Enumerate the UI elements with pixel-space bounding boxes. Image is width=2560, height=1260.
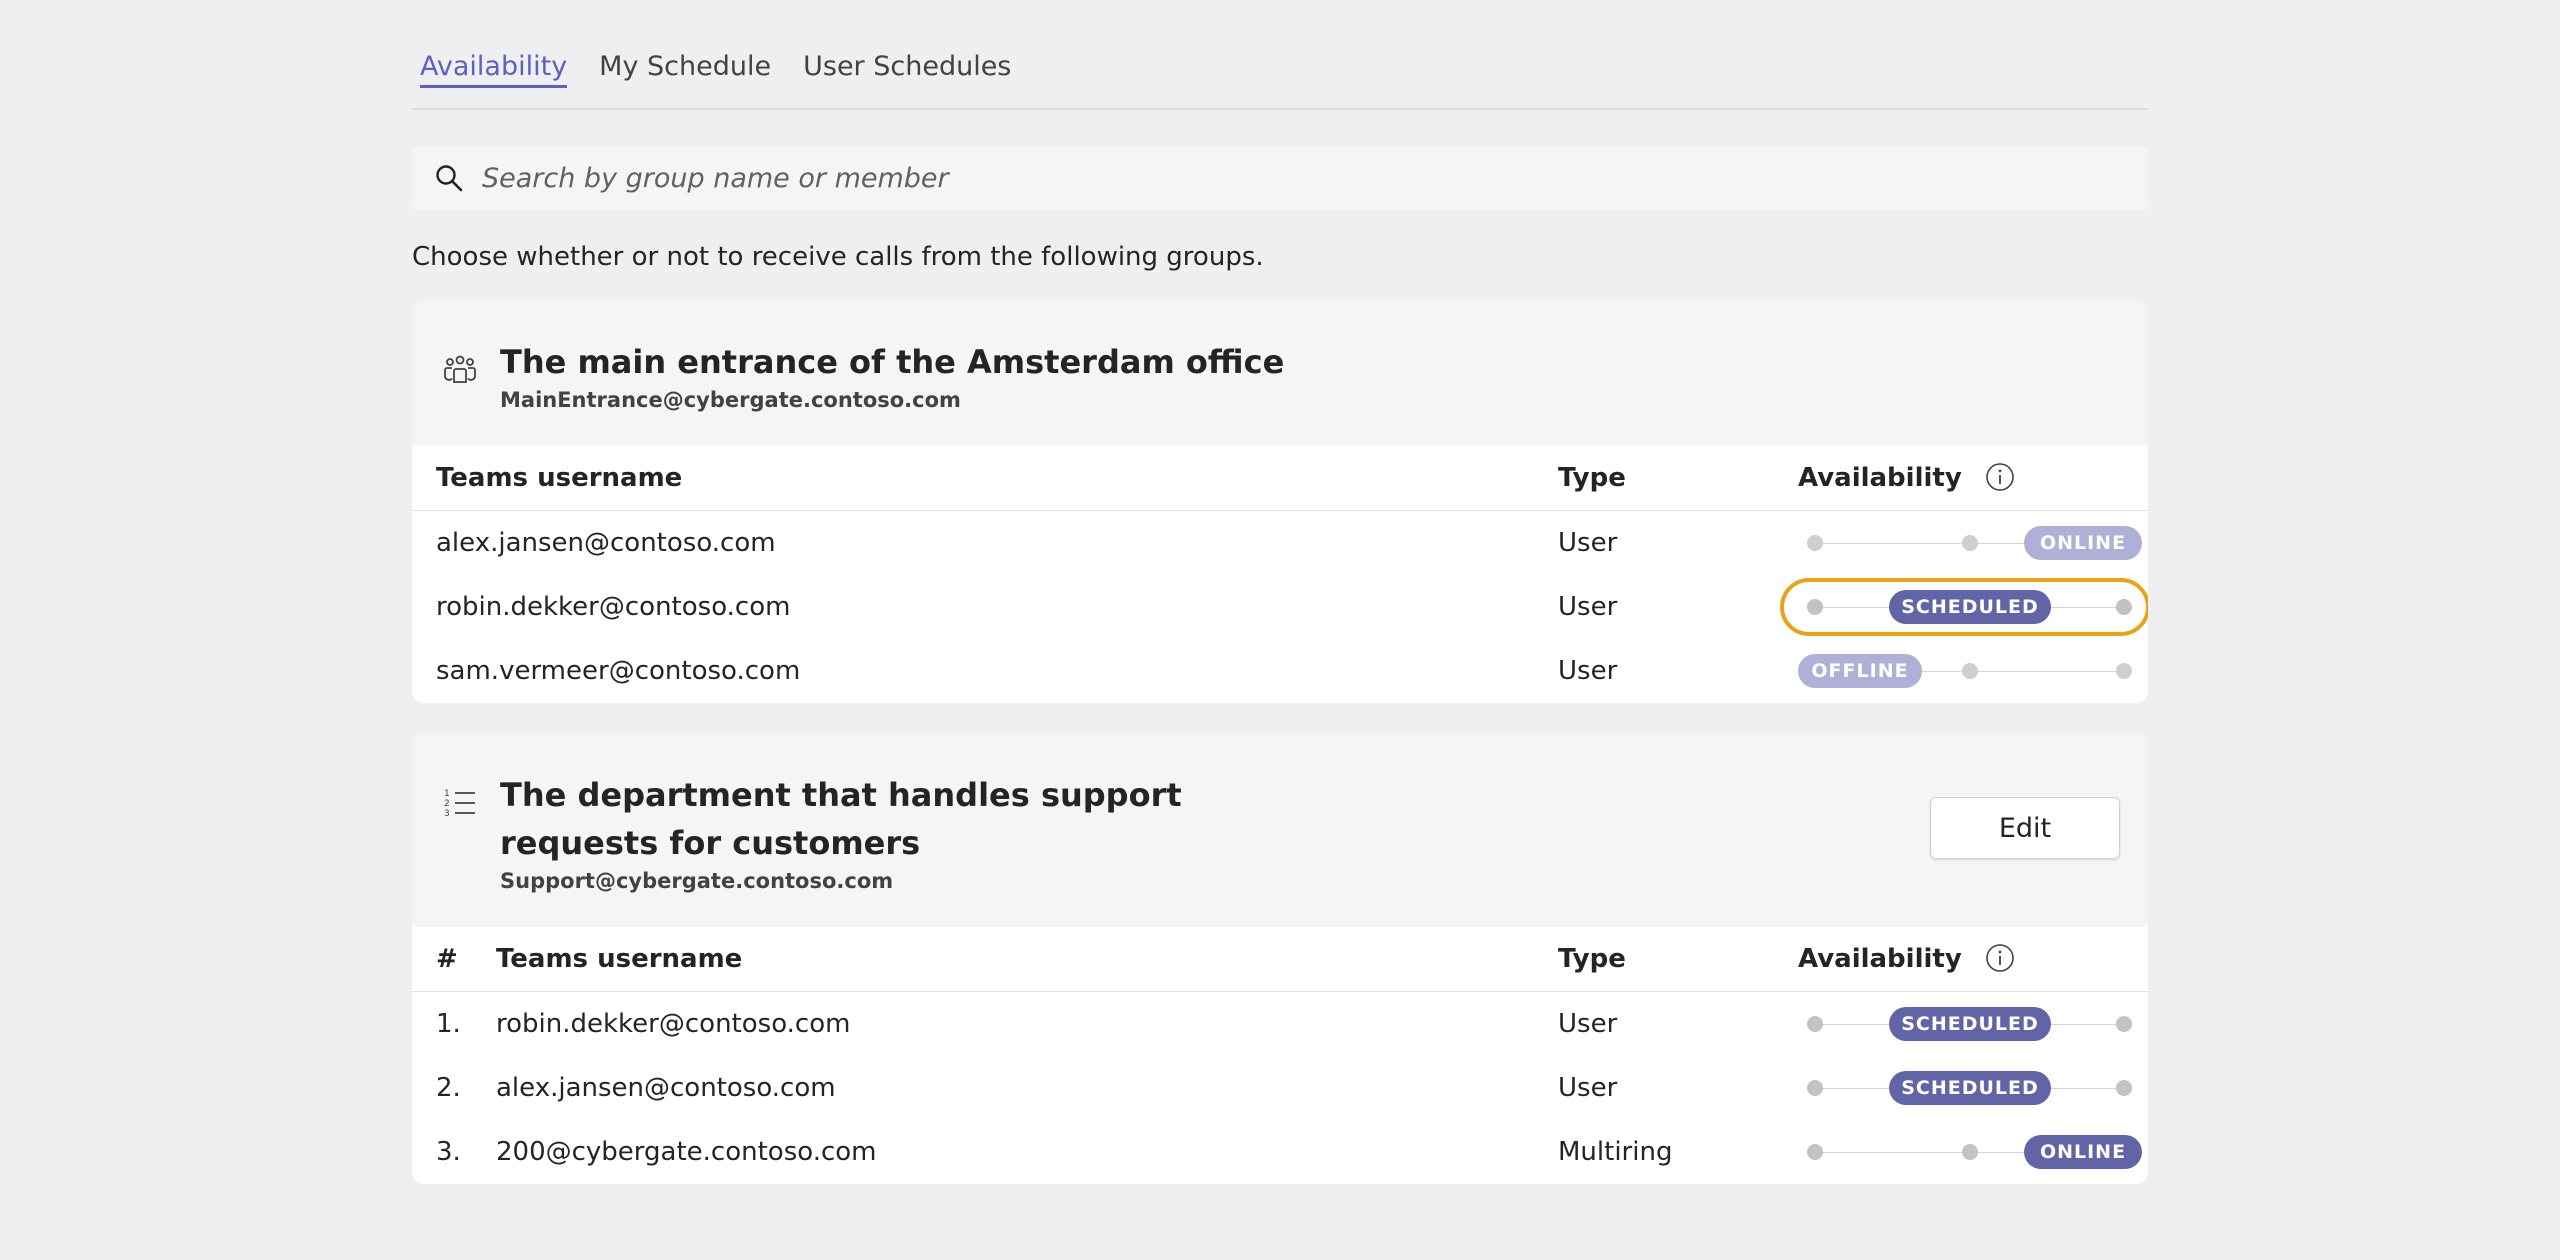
slider-stop-offline[interactable] <box>1807 535 1823 551</box>
type-cell: Multiring <box>1558 1137 1673 1167</box>
numbered-list-icon: 1 2 3 <box>440 783 480 823</box>
slider-stop-scheduled[interactable] <box>1962 663 1978 679</box>
slider-stop-scheduled[interactable] <box>1962 535 1978 551</box>
type-cell: User <box>1558 592 1618 622</box>
slider-stop-online[interactable] <box>2116 663 2132 679</box>
page: Availability My Schedule User Schedules … <box>0 0 2560 1260</box>
table-row: sam.vermeer@contoso.com User OFFLINE <box>412 639 2148 703</box>
members-table: Teams username Type Availability alex.ja… <box>412 446 2148 703</box>
group-header: The main entrance of the Amsterdam offic… <box>412 300 2148 446</box>
availability-pill[interactable]: ONLINE <box>2024 526 2142 560</box>
slider-stop-offline[interactable] <box>1807 1144 1823 1160</box>
availability-cell: OFFLINE <box>1798 639 2148 703</box>
username-cell: alex.jansen@contoso.com <box>436 528 776 558</box>
type-cell: User <box>1558 1009 1618 1039</box>
column-header-availability-label: Availability <box>1798 944 1962 974</box>
column-header-username: Teams username <box>496 927 1558 992</box>
svg-text:3: 3 <box>444 809 450 819</box>
column-header-username: Teams username <box>412 446 1558 511</box>
group-email: MainEntrance@cybergate.contoso.com <box>500 388 961 412</box>
availability-slider[interactable]: ONLINE <box>1798 1133 2142 1171</box>
column-header-type: Type <box>1558 446 1798 511</box>
table-row: 2. alex.jansen@contoso.com User SCHEDULE… <box>412 1056 2148 1120</box>
slider-stop-offline[interactable] <box>1807 599 1823 615</box>
username-cell: sam.vermeer@contoso.com <box>436 656 801 686</box>
members-table: # Teams username Type Availability 1. ro… <box>412 927 2148 1184</box>
column-header-number: # <box>412 927 496 992</box>
availability-slider[interactable]: SCHEDULED <box>1798 1069 2142 1107</box>
slider-stop-online[interactable] <box>2116 1016 2132 1032</box>
availability-cell: SCHEDULED <box>1780 575 2148 639</box>
group-card-main-entrance: The main entrance of the Amsterdam offic… <box>412 300 2148 703</box>
availability-cell: SCHEDULED <box>1798 1056 2148 1120</box>
group-title: The department that handles support requ… <box>500 776 1182 862</box>
username-cell: alex.jansen@contoso.com <box>496 1073 836 1103</box>
table-row: alex.jansen@contoso.com User ONLINE <box>412 511 2148 576</box>
availability-slider[interactable]: OFFLINE <box>1798 652 2142 690</box>
availability-slider[interactable]: SCHEDULED <box>1798 1005 2142 1043</box>
availability-pill[interactable]: SCHEDULED <box>1889 1071 2051 1105</box>
table-row: 1. robin.dekker@contoso.com User SCHEDUL… <box>412 992 2148 1057</box>
type-cell: User <box>1558 656 1618 686</box>
tab-user-schedules[interactable]: User Schedules <box>803 51 1011 108</box>
column-header-availability: Availability <box>1798 446 2148 511</box>
group-card-support: 1 2 3 The department that handles suppor… <box>412 733 2148 1184</box>
availability-cell: SCHEDULED <box>1798 992 2148 1057</box>
content: Availability My Schedule User Schedules … <box>412 0 2148 1184</box>
username-cell: 200@cybergate.contoso.com <box>496 1137 877 1167</box>
edit-button[interactable]: Edit <box>1930 797 2120 859</box>
slider-stop-offline[interactable] <box>1807 1080 1823 1096</box>
info-icon[interactable] <box>1985 462 2015 492</box>
tab-availability[interactable]: Availability <box>420 51 567 108</box>
type-cell: User <box>1558 1073 1618 1103</box>
availability-pill[interactable]: SCHEDULED <box>1889 1007 2051 1041</box>
username-cell: robin.dekker@contoso.com <box>496 1009 851 1039</box>
table-header-row: # Teams username Type Availability <box>412 927 2148 992</box>
availability-cell: ONLINE <box>1798 1120 2148 1184</box>
slider-stop-online[interactable] <box>2116 599 2132 615</box>
group-title: The main entrance of the Amsterdam offic… <box>500 343 1285 381</box>
tab-bar: Availability My Schedule User Schedules <box>412 0 2148 110</box>
table-header-row: Teams username Type Availability <box>412 446 2148 511</box>
info-icon[interactable] <box>1985 943 2015 973</box>
slider-stop-online[interactable] <box>2116 1080 2132 1096</box>
table-row: 3. 200@cybergate.contoso.com Multiring O… <box>412 1120 2148 1184</box>
availability-slider[interactable]: ONLINE <box>1798 524 2142 562</box>
group-email: Support@cybergate.contoso.com <box>500 869 894 893</box>
availability-pill[interactable]: SCHEDULED <box>1889 590 2051 624</box>
availability-pill[interactable]: ONLINE <box>2024 1135 2142 1169</box>
column-header-availability-label: Availability <box>1798 463 1962 493</box>
type-cell: User <box>1558 528 1618 558</box>
availability-slider[interactable]: SCHEDULED <box>1780 578 2148 636</box>
slider-stop-scheduled[interactable] <box>1962 1144 1978 1160</box>
table-row: robin.dekker@contoso.com User SCHEDULED <box>412 575 2148 639</box>
group-header: 1 2 3 The department that handles suppor… <box>412 733 2148 927</box>
availability-pill[interactable]: OFFLINE <box>1798 654 1922 688</box>
intro-text: Choose whether or not to receive calls f… <box>412 242 1264 272</box>
number-cell: 1. <box>436 1009 461 1039</box>
people-group-icon <box>440 350 480 390</box>
availability-cell: ONLINE <box>1798 511 2148 576</box>
number-cell: 3. <box>436 1137 461 1167</box>
svg-text:2: 2 <box>444 799 450 809</box>
tab-my-schedule[interactable]: My Schedule <box>599 51 771 108</box>
column-header-type: Type <box>1558 927 1798 992</box>
column-header-availability: Availability <box>1798 927 2148 992</box>
number-cell: 2. <box>436 1073 461 1103</box>
search-icon <box>432 161 466 195</box>
slider-stop-offline[interactable] <box>1807 1016 1823 1032</box>
search-box <box>412 146 2148 210</box>
username-cell: robin.dekker@contoso.com <box>436 592 791 622</box>
svg-text:1: 1 <box>444 789 450 799</box>
search-input[interactable] <box>480 161 1984 195</box>
